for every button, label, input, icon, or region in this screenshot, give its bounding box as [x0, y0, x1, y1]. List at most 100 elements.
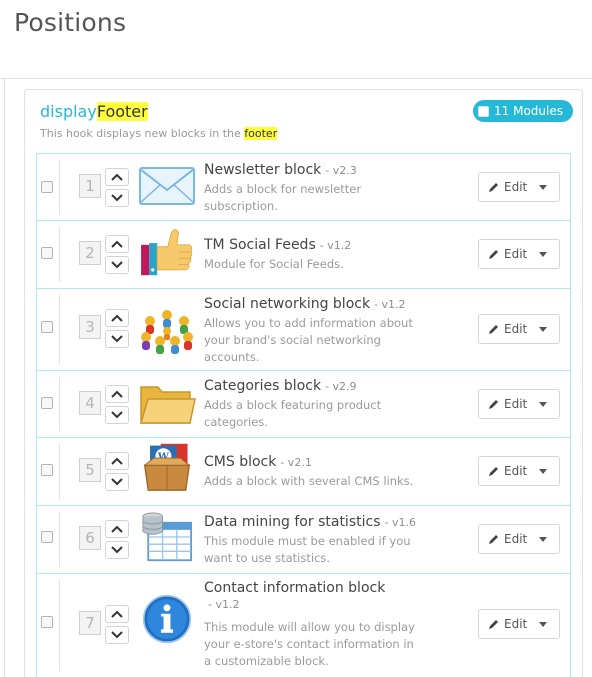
chevron-down-icon	[111, 335, 123, 343]
module-description: This module must be enabled if you want …	[204, 534, 411, 565]
move-arrows	[105, 452, 129, 494]
hook-name-highlight: Footer	[96, 102, 148, 121]
move-down-button[interactable]	[105, 330, 129, 348]
dropdown-caret-icon[interactable]	[539, 252, 547, 257]
folder-icon	[140, 386, 196, 424]
module-list: 1 Newsletter block - v2.3 Adds a block fo…	[36, 153, 571, 677]
dropdown-caret-icon[interactable]	[539, 537, 547, 542]
thumbs-up-icon	[141, 229, 193, 276]
module-version: - v1.6	[384, 516, 416, 529]
module-version: - v1.2	[374, 298, 406, 311]
info-icon	[142, 594, 192, 644]
database-table-icon	[142, 512, 193, 562]
chevron-down-icon	[111, 546, 123, 554]
hook-description-highlight: footer	[244, 127, 278, 140]
module-row: 2 TM Social Feeds - v1.2 Module for Socia…	[36, 221, 571, 289]
move-up-button[interactable]	[105, 520, 129, 538]
wordpress-box-icon: W	[143, 443, 191, 491]
module-description: Adds a block featuring product categorie…	[204, 398, 382, 429]
edit-label: Edit	[504, 532, 528, 546]
module-version: - v2.3	[325, 164, 357, 177]
module-name-row: Newsletter block - v2.3	[204, 162, 357, 178]
module-version: - v2.9	[325, 380, 357, 393]
envelope-icon	[139, 167, 195, 205]
module-row: 6 Data mining for statistics - v1.6 This …	[36, 506, 571, 574]
move-up-button[interactable]	[105, 385, 129, 403]
move-up-button[interactable]	[105, 452, 129, 470]
move-down-button[interactable]	[105, 541, 129, 559]
dropdown-caret-icon[interactable]	[539, 402, 547, 407]
module-description: Module for Social Feeds.	[204, 257, 344, 271]
module-row: 1 Newsletter block - v2.3 Adds a block fo…	[36, 154, 571, 221]
position-number: 3	[79, 315, 101, 339]
people-network-icon	[141, 310, 193, 354]
module-name-row: Data mining for statistics - v1.6	[204, 514, 416, 530]
module-checkbox[interactable]	[41, 321, 53, 333]
move-up-button[interactable]	[105, 605, 129, 623]
edit-label: Edit	[504, 397, 528, 411]
module-name: Categories block	[204, 378, 322, 394]
move-up-button[interactable]	[105, 168, 129, 186]
position-number: 1	[79, 174, 101, 198]
dropdown-caret-icon[interactable]	[539, 327, 547, 332]
move-up-button[interactable]	[105, 309, 129, 327]
module-name-row: Social networking block - v1.2	[204, 296, 406, 312]
move-up-button[interactable]	[105, 235, 129, 253]
move-down-button[interactable]	[105, 626, 129, 644]
move-down-button[interactable]	[105, 189, 129, 207]
pencil-icon	[489, 183, 498, 192]
edit-label: Edit	[504, 322, 528, 336]
module-row: 4 Categories block - v2.9 Adds a block fe…	[36, 371, 571, 438]
edit-button[interactable]: Edit	[478, 314, 560, 344]
edit-button[interactable]: Edit	[478, 239, 560, 269]
module-checkbox[interactable]	[41, 616, 53, 628]
dropdown-caret-icon[interactable]	[539, 469, 547, 474]
hook-panel: displayFooter 11 Modules This hook displ…	[24, 89, 583, 677]
edit-button[interactable]: Edit	[478, 456, 560, 486]
move-down-button[interactable]	[105, 473, 129, 491]
module-version: - v1.2	[208, 598, 240, 611]
module-checkbox[interactable]	[41, 181, 53, 193]
chevron-down-icon	[111, 478, 123, 486]
edit-button[interactable]: Edit	[478, 172, 560, 202]
select-all-checkbox[interactable]	[478, 105, 489, 117]
page-title: Positions	[14, 8, 127, 37]
dropdown-caret-icon[interactable]	[539, 622, 547, 627]
edit-button[interactable]: Edit	[478, 609, 560, 639]
edit-label: Edit	[504, 247, 528, 261]
module-checkbox[interactable]	[41, 247, 53, 259]
module-name: Newsletter block	[204, 162, 322, 178]
hook-description-text: This hook displays new blocks in the	[40, 127, 245, 140]
modules-count-badge[interactable]: 11 Modules	[473, 100, 573, 122]
row-divider	[59, 160, 60, 214]
module-row: 5 W CMS block - v2.1 Adds a block with se…	[36, 438, 571, 506]
move-down-button[interactable]	[105, 406, 129, 424]
move-arrows	[105, 605, 129, 647]
dropdown-caret-icon[interactable]	[539, 185, 547, 190]
move-down-button[interactable]	[105, 256, 129, 274]
module-description: Adds a block with several CMS links.	[204, 474, 414, 488]
position-number: 6	[79, 526, 101, 550]
position-number: 5	[79, 458, 101, 482]
row-divider	[59, 444, 60, 499]
module-row: 7 Contact information block - v1.2 This m…	[36, 574, 571, 677]
module-name-row: Categories block - v2.9	[204, 378, 357, 394]
pencil-icon	[489, 620, 498, 629]
module-checkbox[interactable]	[41, 397, 53, 409]
header-divider	[0, 78, 592, 79]
chevron-up-icon	[111, 173, 123, 181]
edit-button[interactable]: Edit	[478, 524, 560, 554]
row-divider	[59, 227, 60, 282]
module-checkbox[interactable]	[41, 464, 53, 476]
hook-title[interactable]: displayFooter	[40, 102, 148, 121]
edit-button[interactable]: Edit	[478, 389, 560, 419]
module-description: This module will allow you to display yo…	[204, 620, 415, 668]
module-description: Adds a block for newsletter subscription…	[204, 182, 362, 213]
row-divider	[59, 512, 60, 567]
chevron-down-icon	[111, 411, 123, 419]
chevron-up-icon	[111, 457, 123, 465]
module-version: - v1.2	[319, 239, 352, 252]
module-checkbox[interactable]	[41, 531, 53, 543]
move-arrows	[105, 168, 129, 210]
pencil-icon	[489, 467, 498, 476]
